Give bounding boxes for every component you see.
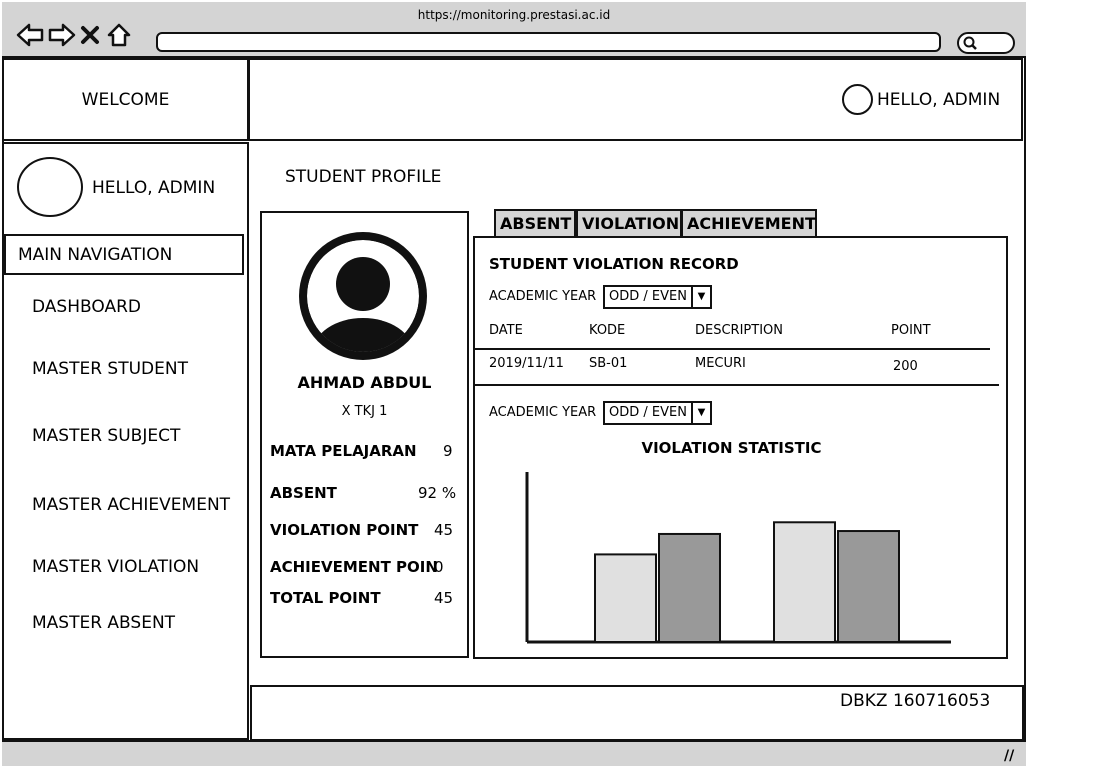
stat-value-subjects: 9	[443, 442, 453, 460]
chevron-down-icon: ▼	[691, 403, 710, 423]
browser-nav-icons	[16, 22, 132, 48]
sidebar-item-master-achievement[interactable]: MASTER ACHIEVEMENT	[32, 495, 230, 515]
stat-label-total-point: TOTAL POINT	[270, 589, 381, 607]
footer-text: DBKZ 160716053	[840, 691, 991, 711]
academic-year-label-2: ACADEMIC YEAR	[489, 405, 597, 420]
sidebar-item-master-student[interactable]: MASTER STUDENT	[32, 359, 188, 379]
tab-absent[interactable]: ABSENT	[494, 209, 576, 237]
sidebar: HELLO, ADMIN MAIN NAVIGATION DASHBOARD M…	[2, 142, 249, 740]
sidebar-item-master-violation[interactable]: MASTER VIOLATION	[32, 557, 199, 577]
violation-record-title: STUDENT VIOLATION RECORD	[489, 255, 739, 273]
chart-bar-0-0	[594, 553, 657, 643]
table-header-divider	[475, 348, 990, 350]
academic-year-value-2: ODD / EVEN	[609, 405, 687, 420]
table-row-divider	[475, 384, 999, 386]
main-navigation-header: MAIN NAVIGATION	[4, 234, 244, 275]
sidebar-item-master-absent[interactable]: MASTER ABSENT	[32, 613, 175, 633]
academic-year-label: ACADEMIC YEAR	[489, 289, 597, 304]
sidebar-item-master-subject[interactable]: MASTER SUBJECT	[32, 426, 180, 446]
search-icon	[962, 35, 978, 55]
stat-value-absent: 92 %	[418, 484, 457, 502]
stat-label-achievement-point: ACHIEVEMENT POIN	[270, 558, 438, 576]
resize-grip-icon[interactable]: //	[1004, 748, 1014, 764]
welcome-panel: WELCOME	[2, 58, 249, 141]
header-avatar[interactable]	[842, 84, 873, 115]
academic-year-value: ODD / EVEN	[609, 289, 687, 304]
violation-tab-panel: STUDENT VIOLATION RECORD ACADEMIC YEAR O…	[473, 236, 1008, 659]
chart-bar-1-0	[773, 521, 836, 643]
cell-point: 200	[893, 359, 918, 374]
stat-label-absent: ABSENT	[270, 484, 337, 502]
sidebar-item-dashboard[interactable]: DASHBOARD	[32, 297, 141, 317]
stat-value-total-point: 45	[434, 589, 454, 607]
column-header-point: POINT	[891, 323, 931, 338]
cell-description: MECURI	[695, 356, 746, 371]
address-bar[interactable]	[156, 32, 941, 52]
forward-arrow-icon[interactable]	[48, 22, 76, 48]
tab-achievement[interactable]: ACHIEVEMENT	[681, 209, 817, 237]
welcome-text: WELCOME	[81, 90, 170, 110]
home-icon[interactable]	[106, 22, 132, 48]
header-greeting: HELLO, ADMIN	[877, 90, 1001, 110]
stat-label-subjects: MATA PELAJARAN	[270, 442, 417, 460]
column-header-kode: KODE	[589, 323, 626, 338]
chart-bar-1-1	[837, 530, 900, 643]
browser-statusbar	[2, 740, 1026, 766]
tab-violation[interactable]: VIOLATION	[576, 209, 682, 237]
stat-value-violation-point: 45	[434, 521, 454, 539]
chart-title: VIOLATION STATISTIC	[641, 439, 822, 457]
close-icon[interactable]	[80, 22, 100, 48]
url-text: https://monitoring.prestasi.ac.id	[417, 8, 611, 22]
stat-value-achievement-point: 0	[434, 558, 444, 576]
academic-year-select[interactable]: ODD / EVEN ▼	[603, 285, 712, 309]
back-arrow-icon[interactable]	[16, 22, 44, 48]
stat-label-violation-point: VIOLATION POINT	[270, 521, 419, 539]
sidebar-greeting: HELLO, ADMIN	[92, 178, 216, 198]
cell-date: 2019/11/11	[489, 356, 564, 371]
main-navigation-label: MAIN NAVIGATION	[18, 245, 173, 265]
student-profile-card: AHMAD ABDUL X TKJ 1 MATA PELAJARAN 9 ABS…	[260, 211, 469, 658]
page-title: STUDENT PROFILE	[285, 167, 442, 187]
student-class: X TKJ 1	[341, 404, 388, 419]
browser-titlebar: https://monitoring.prestasi.ac.id	[2, 2, 1026, 58]
violation-statistic-chart	[525, 472, 951, 644]
top-header: HELLO, ADMIN	[248, 58, 1023, 141]
chart-bar-0-1	[658, 532, 721, 643]
academic-year-select-2[interactable]: ODD / EVEN ▼	[603, 401, 712, 425]
cell-kode: SB-01	[589, 356, 628, 371]
sidebar-avatar	[17, 157, 83, 217]
browser-search-box[interactable]	[957, 32, 1015, 54]
chevron-down-icon: ▼	[691, 287, 710, 307]
user-avatar-icon	[299, 232, 427, 360]
column-header-description: DESCRIPTION	[695, 323, 783, 338]
student-name: AHMAD ABDUL	[297, 373, 432, 392]
column-header-date: DATE	[489, 323, 523, 338]
